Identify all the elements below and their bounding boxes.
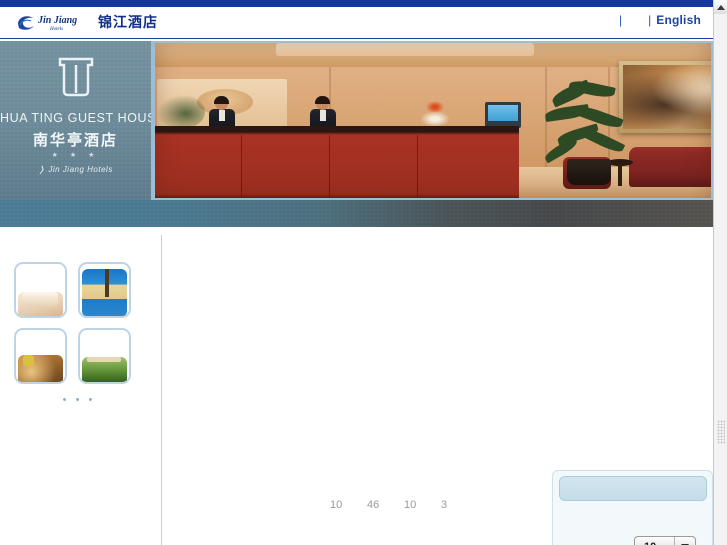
scroll-up-arrow-icon[interactable] [714, 0, 727, 15]
brand-chinese-name: 锦江酒店 [98, 14, 158, 30]
chevron-down-icon [674, 537, 695, 545]
thumbnail-guest-room[interactable] [14, 262, 67, 318]
page-root: Jin Jiang Hotels 锦江酒店 | | English HUA TI… [0, 0, 727, 545]
jinjiang-swoosh-small-icon: ❭ [38, 165, 46, 174]
number-value-2: 46 [367, 499, 380, 511]
number-value-3: 10 [404, 499, 417, 511]
vertical-scrollbar[interactable] [713, 0, 727, 545]
statistics-numbers-row: 10 46 10 3 [330, 499, 478, 511]
site-header: Jin Jiang Hotels 锦江酒店 | | English [0, 7, 713, 39]
photo-gallery-thumbnails: • • • [14, 262, 144, 406]
header-separator-1: | [619, 13, 623, 27]
number-value-4: 3 [441, 499, 448, 511]
hotel-star-rating: ★ ★ ★ [51, 152, 100, 159]
checkin-year-value: 10 [635, 541, 674, 545]
checkin-year-field: 10 [553, 536, 714, 545]
content-vertical-divider [161, 235, 162, 545]
top-accent-strip [0, 0, 713, 7]
hotel-name-english: HUA TING GUEST HOUSE [0, 111, 151, 125]
scrollbar-track[interactable] [714, 14, 727, 545]
main-content: • • • 10 46 10 3 10 9 [0, 227, 713, 545]
svg-text:Hotels: Hotels [49, 27, 63, 32]
language-english-link[interactable]: English [656, 13, 701, 27]
hero-band: HUA TING GUEST HOUSE 南华亭酒店 ★ ★ ★ ❭ Jin Ji… [0, 41, 713, 200]
header-separator-2: | [648, 13, 652, 27]
hotel-identity-panel: HUA TING GUEST HOUSE 南华亭酒店 ★ ★ ★ ❭ Jin Ji… [0, 41, 151, 200]
booking-date-group-checkin: 10 9 6 [553, 536, 714, 545]
checkin-year-select[interactable]: 10 [634, 536, 696, 545]
hotel-group-signature: ❭ Jin Jiang Hotels [0, 165, 151, 174]
thumbnail-restaurant[interactable] [14, 328, 67, 384]
booking-panel-header [559, 476, 707, 501]
thumbnail-garden-dining[interactable] [78, 328, 131, 384]
thumbnail-pool-terrace[interactable] [78, 262, 131, 318]
hotel-group-sub: Hotels [87, 165, 113, 174]
hotel-group-latin: Jin Jiang [48, 165, 85, 174]
hotel-lobby-reception-photo [151, 41, 713, 200]
hua-ting-pillar-mark-icon [57, 57, 95, 97]
resize-grip-icon [717, 420, 725, 444]
brand[interactable]: Jin Jiang Hotels 锦江酒店 [14, 11, 158, 33]
booking-panel: 10 9 6 [552, 470, 713, 545]
number-value-1: 10 [330, 499, 343, 511]
gallery-more-dots[interactable]: • • • [14, 394, 144, 406]
hotel-name-chinese: 南华亭酒店 [32, 132, 118, 149]
svg-text:Jin Jiang: Jin Jiang [37, 15, 77, 26]
header-utility-nav: | | English [619, 13, 701, 27]
jinjiang-swoosh-logo-icon: Jin Jiang Hotels [14, 11, 92, 33]
primary-navigation-bar[interactable] [0, 200, 713, 227]
